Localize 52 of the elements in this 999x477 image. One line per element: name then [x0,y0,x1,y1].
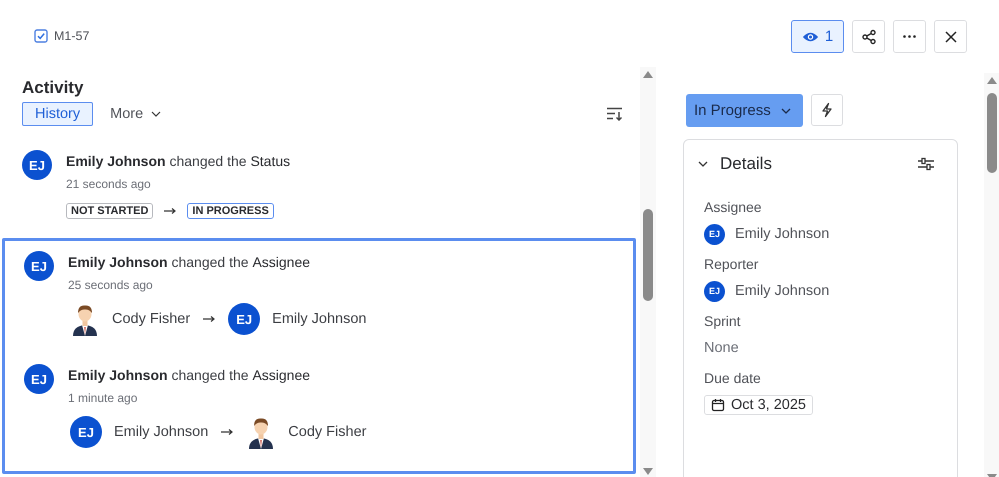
timestamp: 1 minute ago [68,391,138,405]
status-lozenge: IN PROGRESS [187,203,274,219]
issue-key[interactable]: M1-57 [54,29,90,43]
avatar: EJ [704,224,725,244]
section-title: Activity [22,78,84,98]
arrow-icon [202,315,216,323]
status-lozenge: NOT STARTED [66,203,154,219]
avatar: EJ [70,416,102,448]
tab[interactable]: History [22,102,94,126]
timestamp: 25 seconds ago [68,278,154,292]
card-title: Details [720,154,773,174]
watch-button[interactable]: 1 [791,20,844,53]
arrow-icon [163,207,178,215]
close-button[interactable] [934,20,967,53]
person-name: Emily Johnson [114,424,208,440]
activity-text: Emily Johnson changed the Status [66,153,290,169]
date-chip[interactable]: Oct 3, 2025 [704,395,813,415]
timestamp: 21 seconds ago [66,177,152,191]
share-icon [860,28,876,44]
chevron-icon[interactable] [698,161,708,167]
task-checkbox-icon [34,29,48,43]
arrow-icon [220,428,234,436]
scrollbar[interactable] [984,73,999,477]
avatar: EJ [24,251,54,281]
status-dropdown[interactable]: In Progress [686,94,803,127]
field-label: Reporter [704,256,760,272]
field-label: Due date [704,370,762,386]
person-name: Cody Fisher [288,424,366,440]
field-value[interactable]: Emily Johnson [735,283,830,299]
avatar: EJ [228,303,260,335]
person-name: Emily Johnson [272,311,366,327]
scrollbar[interactable] [640,67,656,477]
tab[interactable]: More [101,102,170,126]
activity-text: Emily Johnson changed the Assignee [68,254,312,270]
field-value[interactable]: None [704,337,937,359]
automation-button[interactable] [810,94,843,126]
ellipsis-icon [903,35,916,38]
settings-icon[interactable] [917,157,935,171]
person-name: Cody Fisher [112,311,190,327]
field-value[interactable]: Emily Johnson [735,226,830,242]
share-button[interactable] [852,20,885,53]
field-label: Assignee [704,199,763,215]
avatar: EJ [22,150,52,180]
calendar-icon [711,398,725,412]
close-icon [942,28,958,44]
caret-icon [780,108,791,114]
sort-icon[interactable] [606,107,624,121]
avatar: EJ [704,280,725,302]
avatar: EJ [24,364,54,394]
field-label: Sprint [704,313,742,329]
eye-icon [802,30,819,42]
activity-text: Emily Johnson changed the Assignee [68,367,312,383]
